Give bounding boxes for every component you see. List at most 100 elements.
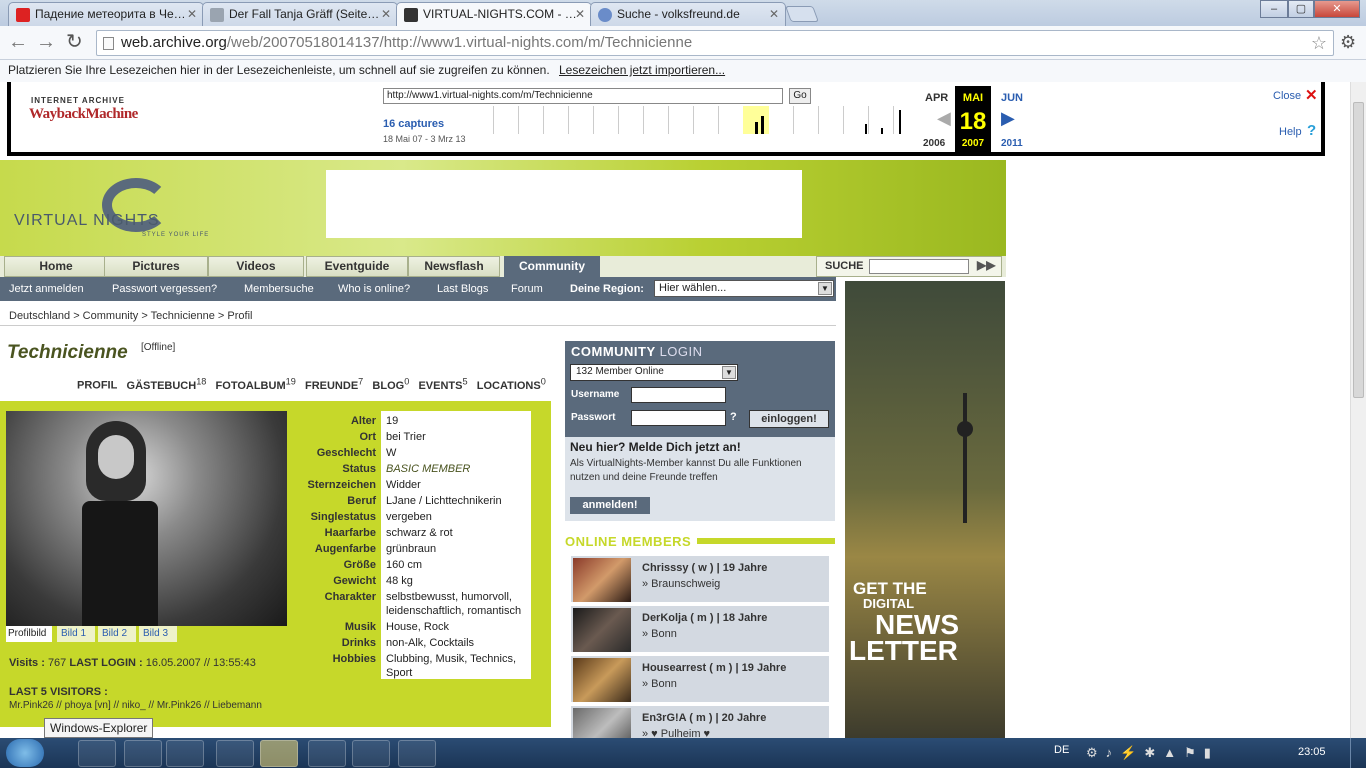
- subnav-last-blogs[interactable]: Last Blogs: [437, 283, 488, 295]
- wayback-close-link[interactable]: Close: [1273, 90, 1301, 102]
- nav-home[interactable]: Home: [4, 256, 108, 277]
- username-field[interactable]: [631, 387, 726, 403]
- list-item[interactable]: Housearrest ( m ) | 19 Jahre » Bonn: [571, 656, 829, 702]
- avatar[interactable]: [573, 608, 631, 652]
- photo-tab-profile[interactable]: Profilbild: [6, 626, 52, 642]
- site-logo[interactable]: VIRTUAL NIGHTS: [14, 212, 160, 230]
- go-button[interactable]: Go: [789, 88, 811, 104]
- reload-icon[interactable]: ↻: [66, 32, 83, 52]
- region-select[interactable]: Hier wählen... ▼: [654, 280, 834, 297]
- newsletter-banner[interactable]: GET THE DIGITAL NEWS LETTER: [845, 281, 1005, 738]
- subnav-forum[interactable]: Forum: [511, 283, 543, 295]
- forward-icon[interactable]: →: [36, 32, 56, 52]
- last-visitors-list[interactable]: Mr.Pink26 // phoya [vn] // niko_ // Mr.P…: [9, 700, 262, 711]
- url-input[interactable]: web.archive.org/web/20070518014137/http:…: [96, 30, 1334, 56]
- prev-year[interactable]: 2006: [923, 138, 945, 149]
- minimize-button[interactable]: –: [1260, 0, 1288, 18]
- list-item[interactable]: Chrisssy ( w ) | 19 Jahre » Braunschweig: [571, 556, 829, 602]
- star-icon[interactable]: ☆: [1311, 31, 1327, 55]
- subnav-register[interactable]: Jetzt anmelden: [9, 283, 84, 295]
- subnav-member-search[interactable]: Membersuche: [244, 283, 314, 295]
- nav-newsflash[interactable]: Newsflash: [408, 256, 500, 277]
- browser-tab[interactable]: Der Fall Tanja Gräff (Seite… ✕: [202, 2, 398, 26]
- language-indicator[interactable]: DE: [1054, 744, 1069, 756]
- prev-month[interactable]: APR: [925, 92, 948, 104]
- photo-tab-3[interactable]: Bild 3: [139, 626, 177, 642]
- contacts-icon[interactable]: [216, 740, 254, 767]
- password-field[interactable]: [631, 410, 726, 426]
- explorer-window-icon[interactable]: [260, 740, 298, 767]
- import-bookmarks-link[interactable]: Lesezeichen jetzt importieren...: [559, 63, 725, 77]
- register-heading: Neu hier? Melde Dich jetzt an!: [570, 440, 741, 454]
- nav-videos[interactable]: Videos: [208, 256, 304, 277]
- close-window-button[interactable]: ✕: [1314, 0, 1360, 18]
- prev-arrow-icon[interactable]: ◀: [937, 108, 951, 129]
- subnav-who-online[interactable]: Who is online?: [338, 283, 410, 295]
- search-go-icon[interactable]: ▶▶: [977, 258, 995, 272]
- scrollbar-thumb[interactable]: [1353, 102, 1364, 398]
- photo-tab-1[interactable]: Bild 1: [57, 626, 95, 642]
- tab-guestbook[interactable]: GÄSTEBUCH18: [127, 376, 207, 392]
- maximize-button[interactable]: ▢: [1288, 0, 1314, 18]
- profile-tabs: PROFIL GÄSTEBUCH18 FOTOALBUM19 FREUNDE7 …: [77, 376, 546, 392]
- explorer-icon[interactable]: [78, 740, 116, 767]
- bookmarks-bar: Platzieren Sie Ihre Lesezeichen hier in …: [0, 60, 1366, 82]
- nav-pictures[interactable]: Pictures: [104, 256, 208, 277]
- vertical-scrollbar[interactable]: [1350, 82, 1366, 738]
- nav-eventguide[interactable]: Eventguide: [306, 256, 408, 277]
- tab-blog[interactable]: BLOG0: [372, 376, 409, 392]
- page-content: INTERNET ARCHIVE WaybackMachine http://w…: [0, 82, 1350, 738]
- list-item[interactable]: En3rG!A ( m ) | 20 Jahre » ♥ Pulheim ♥: [571, 706, 829, 738]
- login-button[interactable]: einloggen!: [749, 410, 829, 428]
- next-year[interactable]: 2011: [1001, 138, 1023, 149]
- profile-photo[interactable]: [6, 411, 287, 626]
- search-input[interactable]: [869, 259, 969, 274]
- wayback-url-input[interactable]: http://www1.virtual-nights.com/m/Technic…: [383, 88, 783, 104]
- wayback-logo[interactable]: WaybackMachine: [29, 106, 138, 123]
- media-player-icon[interactable]: [124, 740, 162, 767]
- next-month[interactable]: JUN: [1001, 92, 1023, 104]
- tab-friends[interactable]: FREUNDE7: [305, 376, 363, 392]
- tray-icons[interactable]: ⚙♪⚡✱▲⚑▮: [1086, 745, 1219, 761]
- password-help-icon[interactable]: ?: [730, 411, 737, 423]
- browser-tab[interactable]: Падение метеорита в Че… ✕: [8, 2, 204, 26]
- tab-profile[interactable]: PROFIL: [77, 380, 117, 392]
- clock[interactable]: 23:05: [1298, 746, 1326, 758]
- close-tab-icon[interactable]: ✕: [769, 7, 779, 21]
- breadcrumb[interactable]: Deutschland > Community > Technicienne >…: [0, 304, 836, 326]
- list-item[interactable]: DerKolja ( m ) | 18 Jahre » Bonn: [571, 606, 829, 652]
- chrome-icon[interactable]: [166, 740, 204, 767]
- start-button[interactable]: [6, 739, 44, 767]
- close-icon[interactable]: ✕: [1305, 86, 1318, 104]
- register-button[interactable]: anmelden!: [570, 497, 650, 514]
- photo-tab-2[interactable]: Bild 2: [98, 626, 136, 642]
- community-login-box: COMMUNITY LOGIN 132 Member Online ▼ User…: [565, 341, 835, 521]
- antivirus-icon[interactable]: [398, 740, 436, 767]
- captures-link[interactable]: 16 captures: [383, 118, 444, 130]
- avatar[interactable]: [573, 708, 631, 738]
- window-switcher-icon[interactable]: [308, 740, 346, 767]
- tab-locations[interactable]: LOCATIONS0: [477, 376, 546, 392]
- close-tab-icon[interactable]: ✕: [575, 7, 585, 21]
- avatar[interactable]: [573, 658, 631, 702]
- tab-events[interactable]: EVENTS5: [418, 376, 467, 392]
- browser-tab[interactable]: Suche - volksfreund.de ✕: [590, 2, 786, 26]
- close-tab-icon[interactable]: ✕: [187, 7, 197, 21]
- capture-sparkline[interactable]: [469, 106, 913, 134]
- nav-community[interactable]: Community: [504, 256, 600, 277]
- wrench-icon[interactable]: ⚙: [1340, 32, 1356, 52]
- next-arrow-icon[interactable]: ▶: [1001, 108, 1015, 129]
- new-tab-button[interactable]: [785, 6, 819, 22]
- show-desktop-button[interactable]: [1350, 738, 1366, 768]
- subnav-forgot-password[interactable]: Passwort vergessen?: [112, 283, 217, 295]
- paint-icon[interactable]: [352, 740, 390, 767]
- browser-tab-active[interactable]: VIRTUAL-NIGHTS.COM - … ✕: [396, 2, 592, 27]
- help-icon[interactable]: ?: [1307, 122, 1316, 139]
- close-tab-icon[interactable]: ✕: [381, 7, 391, 21]
- avatar[interactable]: [573, 558, 631, 602]
- last-visitors-label: LAST 5 VISITORS :: [9, 686, 108, 698]
- tab-photoalbum[interactable]: FOTOALBUM19: [216, 376, 296, 392]
- online-count-select[interactable]: 132 Member Online ▼: [570, 364, 738, 381]
- back-icon[interactable]: ←: [8, 32, 28, 52]
- help-link[interactable]: Help: [1279, 126, 1302, 138]
